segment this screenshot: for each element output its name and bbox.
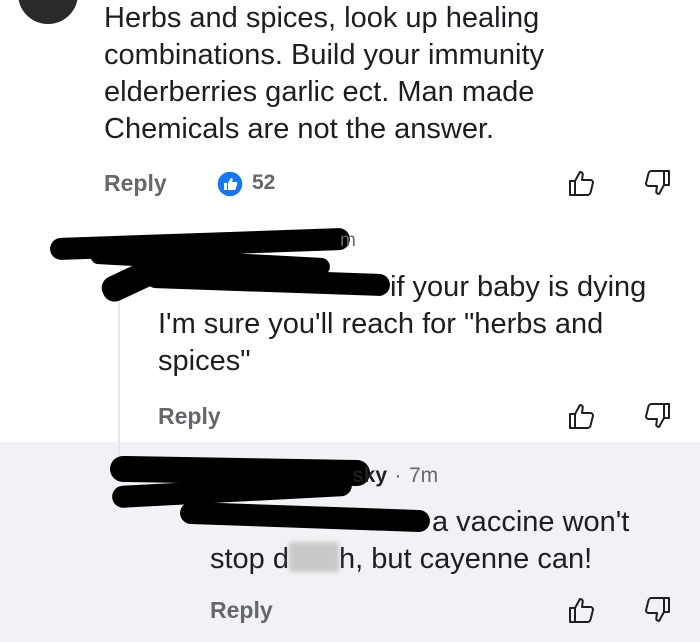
reply-button[interactable]: Reply xyxy=(158,403,221,430)
avatar[interactable] xyxy=(18,0,78,24)
thumbs-down-icon[interactable] xyxy=(642,595,672,625)
reply-button[interactable]: Reply xyxy=(210,597,273,624)
thumbs-down-icon[interactable] xyxy=(642,401,672,431)
thumbs-up-icon[interactable] xyxy=(567,595,597,625)
thumbs-up-icon[interactable] xyxy=(567,168,597,198)
like-reaction-icon xyxy=(216,170,244,198)
blurred-word xyxy=(289,542,339,572)
comment-body-line2a: stop d xyxy=(210,543,289,575)
comment-text: if your baby is dying I'm sure you'll re… xyxy=(158,269,678,380)
reply-button[interactable]: Reply xyxy=(104,170,167,197)
meta-separator: · xyxy=(394,464,402,487)
thumbs-down-icon[interactable] xyxy=(642,168,672,198)
comment-body-line1: a vaccine won't xyxy=(432,506,630,538)
comment-body: if your baby is dying I'm sure you'll re… xyxy=(158,271,647,377)
thumbs-up-icon[interactable] xyxy=(567,401,597,431)
like-count: 52 xyxy=(252,171,276,194)
comment-text: a vaccine won't stop d h, but cayenne can… xyxy=(210,504,670,578)
author-name[interactable]: sky xyxy=(352,464,387,487)
comment-body-line2b: h, but cayenne can! xyxy=(339,543,593,575)
comment-time: m xyxy=(340,230,356,251)
thread-connector-line xyxy=(118,300,120,455)
comment-meta: sky · 7m xyxy=(352,464,438,490)
comment-text: Herbs and spices, look up healing combin… xyxy=(104,2,545,145)
comment-time: 7m xyxy=(408,464,439,487)
